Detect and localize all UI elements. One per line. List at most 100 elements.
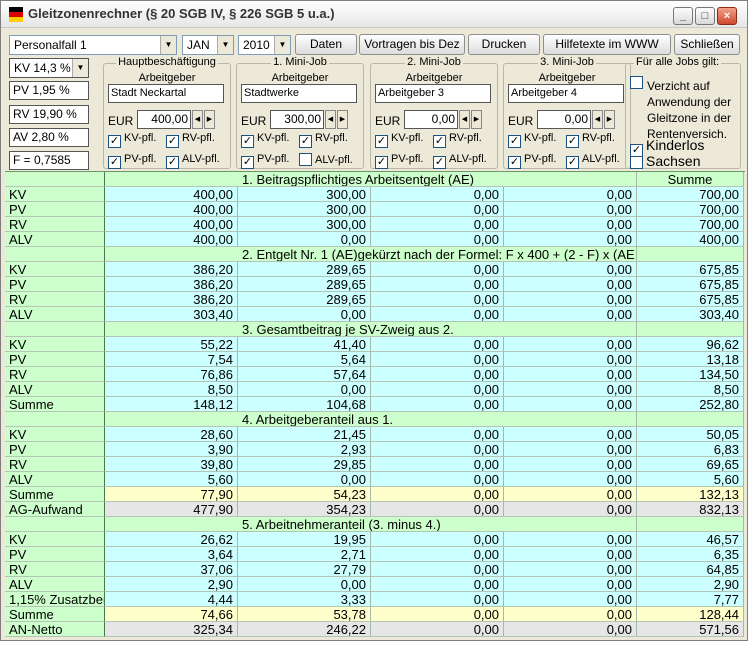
value-cell: 289,65: [238, 277, 371, 292]
table-row: KV 28,60 21,45 0,00 0,00 50,05: [5, 427, 745, 442]
checkbox-box[interactable]: ✓: [566, 156, 579, 169]
saxony-checkbox[interactable]: Sachsen: [630, 153, 700, 169]
spin-left-icon[interactable]: ◀: [192, 110, 203, 129]
row-label: ALV: [5, 307, 105, 322]
checkbox-box[interactable]: [630, 76, 643, 89]
pv-checkbox[interactable]: ✓ PV-pfl.: [108, 153, 156, 169]
checkbox-box[interactable]: ✓: [241, 135, 254, 148]
waiver-checkbox[interactable]: [630, 76, 646, 89]
spin-left-icon[interactable]: ◀: [459, 110, 470, 129]
value-cell: 0,00: [504, 352, 637, 367]
close-app-button[interactable]: Schließen: [674, 34, 740, 55]
row-label: RV: [5, 217, 105, 232]
row-label: PV: [5, 202, 105, 217]
spin-right-icon[interactable]: ▶: [604, 110, 615, 129]
checkbox-box[interactable]: ✓: [108, 135, 121, 148]
kv-rate-select[interactable]: KV 14,3 % ▼: [9, 58, 89, 78]
section-title: 3. Gesamtbeitrag je SV-Zweig aus 2.: [105, 322, 637, 337]
currency-label: EUR: [375, 114, 401, 128]
checkbox-box[interactable]: ✓: [241, 156, 254, 169]
table-row: RV 400,00 300,00 0,00 0,00 700,00: [5, 217, 745, 232]
spin-right-icon[interactable]: ▶: [337, 110, 348, 129]
chevron-down-icon[interactable]: ▼: [217, 36, 233, 54]
value-cell: 0,00: [238, 232, 371, 247]
table-row: ALV 2,90 0,00 0,00 0,00 2,90: [5, 577, 745, 592]
pv-checkbox[interactable]: ✓ PV-pfl.: [375, 153, 423, 169]
rv-checkbox[interactable]: ✓ RV-pfl.: [166, 132, 215, 148]
rv-checkbox[interactable]: ✓ RV-pfl.: [433, 132, 482, 148]
print-button[interactable]: Drucken: [468, 34, 540, 55]
value-cell: 0,00: [238, 472, 371, 487]
value-cell: 252,80: [637, 397, 744, 412]
value-cell: 0,00: [504, 397, 637, 412]
year-select[interactable]: 2010 ▼: [238, 35, 291, 55]
pv-checkbox[interactable]: ✓ PV-pfl.: [508, 153, 556, 169]
spin-left-icon[interactable]: ◀: [325, 110, 336, 129]
pv-checkbox[interactable]: ✓ PV-pfl.: [241, 153, 289, 169]
alv-checkbox[interactable]: ✓ ALV-pfl.: [433, 153, 487, 169]
checkbox-box[interactable]: ✓: [299, 135, 312, 148]
row-label: [5, 172, 105, 187]
checkbox-box[interactable]: ✓: [566, 135, 579, 148]
spin-right-icon[interactable]: ▶: [204, 110, 215, 129]
table-row: PV 3,64 2,71 0,00 0,00 6,35: [5, 547, 745, 562]
checkbox-box[interactable]: [630, 156, 643, 169]
value-cell: 0,00: [504, 277, 637, 292]
value-cell: 0,00: [371, 292, 504, 307]
amount-input[interactable]: 0,00: [404, 110, 458, 129]
case-select[interactable]: Personalfall 1 ▼: [9, 35, 177, 55]
pv-rate-field[interactable]: PV 1,95 %: [9, 81, 89, 100]
checkbox-box[interactable]: ✓: [375, 156, 388, 169]
carry-forward-button[interactable]: Vortragen bis Dez: [359, 34, 465, 55]
chevron-down-icon[interactable]: ▼: [160, 36, 176, 54]
checkbox-box[interactable]: ✓: [508, 156, 521, 169]
spin-left-icon[interactable]: ◀: [592, 110, 603, 129]
maximize-button[interactable]: □: [695, 7, 715, 25]
checkbox-box[interactable]: ✓: [433, 135, 446, 148]
employer-input[interactable]: Arbeitgeber 3: [375, 84, 491, 103]
value-cell: 0,00: [371, 457, 504, 472]
checkbox-box[interactable]: ✓: [508, 135, 521, 148]
alv-checkbox[interactable]: ALV-pfl.: [299, 153, 353, 166]
alv-checkbox[interactable]: ✓ ALV-pfl.: [566, 153, 620, 169]
table-row: RV 39,80 29,85 0,00 0,00 69,65: [5, 457, 745, 472]
rv-rate-field[interactable]: RV 19,90 %: [9, 105, 89, 124]
month-select[interactable]: JAN ▼: [182, 35, 234, 55]
kv-rate-value: KV 14,3 %: [14, 61, 71, 75]
alv-checkbox[interactable]: ✓ ALV-pfl.: [166, 153, 220, 169]
rv-checkbox[interactable]: ✓ RV-pfl.: [566, 132, 615, 148]
chevron-down-icon[interactable]: ▼: [72, 59, 88, 77]
row-label: KV: [5, 532, 105, 547]
close-button[interactable]: ×: [717, 7, 737, 25]
sum-header: [637, 412, 744, 427]
employer-input[interactable]: Arbeitgeber 4: [508, 84, 624, 103]
checkbox-box[interactable]: ✓: [433, 156, 446, 169]
help-web-button[interactable]: Hilfetexte im WWW: [543, 34, 671, 55]
kv-checkbox[interactable]: ✓ KV-pfl.: [375, 132, 423, 148]
av-rate-field[interactable]: AV 2,80 %: [9, 128, 89, 147]
value-cell: 0,00: [238, 382, 371, 397]
chevron-down-icon[interactable]: ▼: [274, 36, 290, 54]
minimize-button[interactable]: _: [673, 7, 693, 25]
rv-checkbox[interactable]: ✓ RV-pfl.: [299, 132, 348, 148]
kv-checkbox[interactable]: ✓ KV-pfl.: [108, 132, 156, 148]
data-button[interactable]: Daten: [295, 34, 357, 55]
checkbox-box[interactable]: ✓: [375, 135, 388, 148]
app-window: Gleitzonenrechner (§ 20 SGB IV, § 226 SG…: [0, 0, 748, 641]
value-cell: 0,00: [504, 262, 637, 277]
kv-checkbox[interactable]: ✓ KV-pfl.: [241, 132, 289, 148]
value-cell: 0,00: [504, 187, 637, 202]
checkbox-box[interactable]: ✓: [166, 135, 179, 148]
employer-input[interactable]: Stadt Neckartal: [108, 84, 224, 103]
value-cell: 55,22: [105, 337, 238, 352]
checkbox-box[interactable]: ✓: [166, 156, 179, 169]
spin-right-icon[interactable]: ▶: [471, 110, 482, 129]
checkbox-box[interactable]: ✓: [108, 156, 121, 169]
employer-input[interactable]: Stadtwerke: [241, 84, 357, 103]
table-row: ALV 8,50 0,00 0,00 0,00 8,50: [5, 382, 745, 397]
checkbox-box[interactable]: [299, 153, 312, 166]
kv-checkbox[interactable]: ✓ KV-pfl.: [508, 132, 556, 148]
amount-input[interactable]: 400,00: [137, 110, 191, 129]
amount-input[interactable]: 0,00: [537, 110, 591, 129]
amount-input[interactable]: 300,00: [270, 110, 324, 129]
